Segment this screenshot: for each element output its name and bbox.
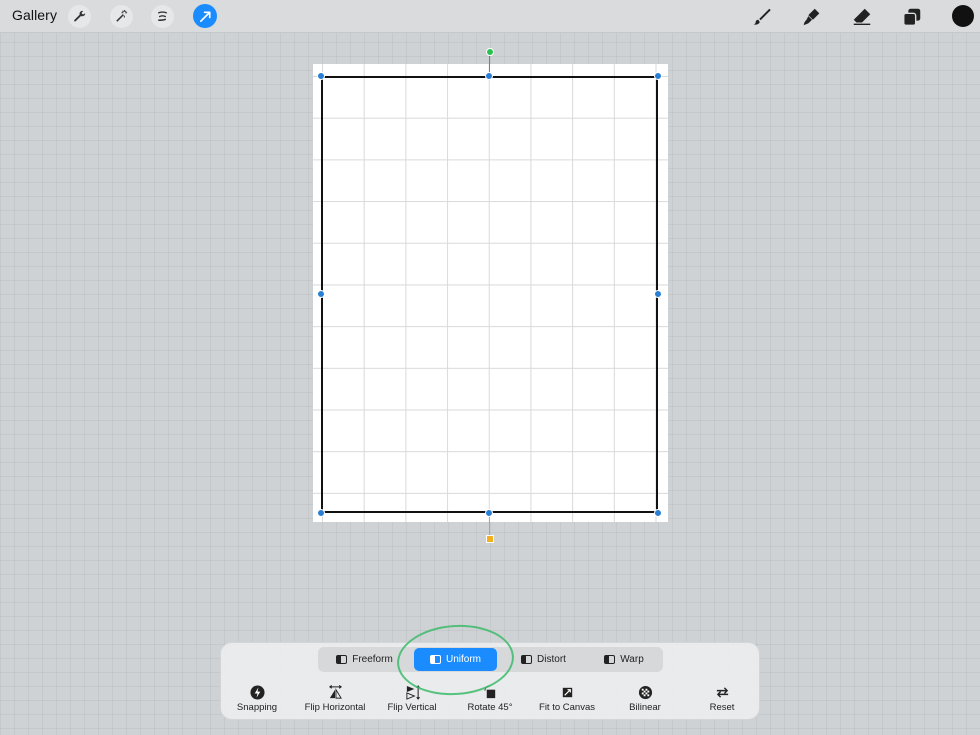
interpolation-icon: [638, 685, 652, 699]
bilinear-label: Bilinear: [629, 702, 661, 713]
flip-vertical-label: Flip Vertical: [387, 702, 437, 713]
mode-freeform-button[interactable]: Freeform: [322, 648, 407, 671]
mode-distort-label: Distort: [537, 654, 566, 665]
magic-wand-icon: [116, 9, 128, 22]
smudge-button[interactable]: [799, 4, 825, 30]
eraser-button[interactable]: [849, 4, 875, 30]
transform-arrow-icon: [199, 10, 211, 22]
mode-warp-label: Warp: [620, 654, 644, 665]
mode-warp-button[interactable]: Warp: [588, 648, 660, 671]
corner-handle-top-right[interactable]: [654, 72, 662, 80]
fit-to-canvas-button[interactable]: Fit to Canvas: [527, 684, 607, 713]
fit-to-canvas-icon: [562, 687, 572, 697]
selection-button[interactable]: [151, 5, 174, 28]
mode-distort-button[interactable]: Distort: [506, 648, 581, 671]
mode-freeform-label: Freeform: [352, 654, 393, 665]
brush-icon: [753, 8, 771, 25]
eraser-icon: [853, 8, 871, 26]
transform-bounding-box[interactable]: [321, 76, 658, 513]
rotate-45-label: Rotate 45°: [467, 702, 513, 713]
flip-horizontal-icon: [328, 684, 342, 699]
corner-handle-bottom-left[interactable]: [317, 509, 325, 517]
corner-handle-top-left[interactable]: [317, 72, 325, 80]
edge-handle-right[interactable]: [654, 290, 662, 298]
edge-handle-left[interactable]: [317, 290, 325, 298]
lightning-icon: [249, 684, 265, 700]
rotation-handle[interactable]: [486, 48, 494, 56]
snapping-label: Snapping: [236, 702, 278, 713]
corner-handle-bottom-right[interactable]: [654, 509, 662, 517]
fit-to-canvas-label: Fit to Canvas: [539, 702, 595, 713]
wrench-icon: [74, 10, 86, 22]
freeform-icon: [336, 655, 348, 664]
reset-button[interactable]: Reset: [682, 684, 762, 713]
pivot-handle[interactable]: [486, 535, 494, 543]
layers-button[interactable]: [899, 4, 925, 30]
transform-button[interactable]: [193, 4, 217, 28]
edge-handle-bottom[interactable]: [485, 509, 493, 517]
selection-icon: [158, 11, 167, 21]
top-toolbar: Gallery: [0, 0, 980, 33]
actions-wrench-icon[interactable]: [68, 5, 91, 28]
flip-horizontal-button[interactable]: Flip Horizontal: [295, 684, 375, 713]
brush-button[interactable]: [749, 4, 775, 30]
warp-icon: [604, 655, 616, 664]
bilinear-button[interactable]: Bilinear: [605, 684, 685, 713]
adjustments-button[interactable]: [110, 5, 133, 28]
reset-label: Reset: [709, 702, 735, 713]
reset-arrows-icon: [716, 686, 728, 698]
layers-icon: [903, 8, 921, 26]
snapping-button[interactable]: Snapping: [217, 684, 297, 713]
smudge-icon: [803, 8, 820, 26]
color-picker-button[interactable]: [952, 5, 974, 27]
gallery-button[interactable]: Gallery: [12, 7, 57, 23]
edge-handle-top[interactable]: [485, 72, 493, 80]
distort-icon: [521, 655, 533, 664]
flip-horizontal-label: Flip Horizontal: [304, 702, 366, 713]
